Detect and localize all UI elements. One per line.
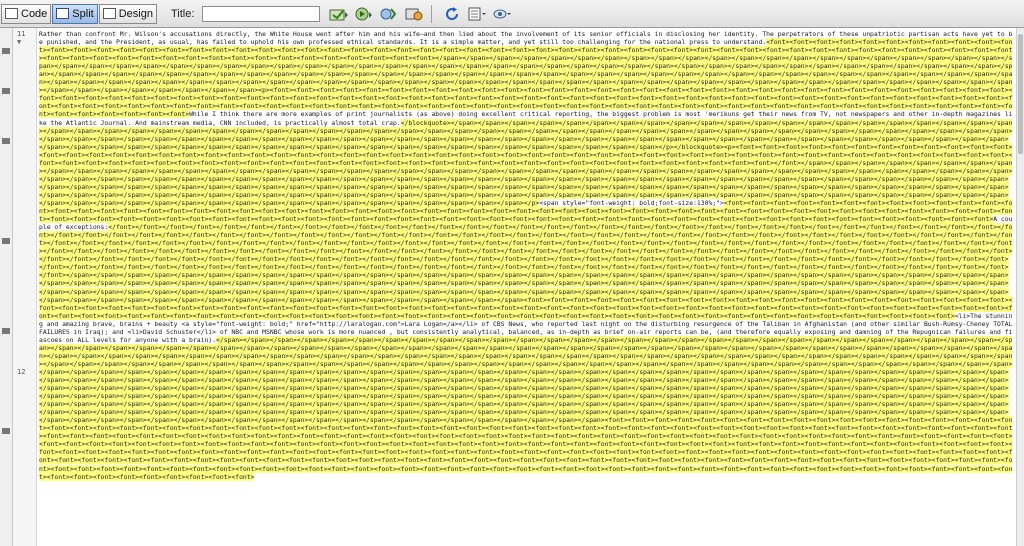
line-number: 11: [17, 30, 26, 38]
toolbar-separator: [431, 4, 433, 23]
view-options-icon[interactable]: [466, 4, 488, 24]
left-panel-strip: [0, 28, 13, 546]
title-label: Title:: [170, 7, 195, 20]
file-management-icon[interactable]: [328, 4, 350, 24]
fold-toggle-icon[interactable]: ▼: [17, 38, 21, 46]
validate-markup-icon[interactable]: [378, 4, 400, 24]
code-tag: </a></li>: [443, 319, 478, 328]
code-text: David Schuster: [142, 327, 197, 336]
vertical-scrollbar[interactable]: [1016, 28, 1024, 546]
panel-marker: [2, 138, 10, 144]
code-tag: <span style="font-weight: bold;font-size…: [539, 198, 724, 207]
split-view-button[interactable]: Split: [52, 3, 98, 24]
code-text: Lara Logan: [404, 319, 443, 328]
code-tag: <a style="font-weight: bold;" href="http…: [181, 319, 405, 328]
code-tag: <li>: [954, 311, 971, 320]
split-view-label: Split: [72, 7, 94, 20]
panel-marker: [2, 48, 10, 54]
browser-compat-icon[interactable]: [403, 4, 425, 24]
refresh-icon[interactable]: [441, 4, 463, 24]
title-input[interactable]: [202, 5, 321, 22]
code-view-label: Code: [21, 7, 48, 20]
split-view-icon: [56, 8, 70, 19]
design-view-button[interactable]: Design: [98, 3, 157, 24]
design-view-icon: [102, 8, 116, 19]
line-number-gutter: 11 ▼ 12: [13, 28, 37, 546]
code-editor[interactable]: Rather than confront Mr. Wilson's accusa…: [37, 28, 1024, 546]
panel-marker: [2, 238, 10, 244]
preview-browser-icon[interactable]: [353, 4, 375, 24]
code-highlight: </span></span></span></span></span></spa…: [39, 271, 1013, 320]
visual-aids-icon[interactable]: [491, 4, 513, 24]
code-highlight: </blockquote></span></span></span></span…: [39, 118, 1013, 207]
code-view-button[interactable]: Code: [1, 3, 52, 24]
code-highlight: <font><font><font><font><font><font><fon…: [39, 38, 1013, 119]
panel-marker: [2, 88, 10, 94]
line-number: 12: [17, 368, 26, 376]
code-tag: </li>: [196, 327, 217, 336]
panel-marker: [2, 428, 10, 434]
code-content[interactable]: Rather than confront Mr. Wilson's accusa…: [37, 28, 1015, 481]
code-tag: <li>: [127, 327, 143, 336]
document-toolbar: Code Split Design Title:: [0, 0, 1024, 28]
code-view-icon: [5, 8, 18, 19]
code-highlight: </span></span></span></span></span></spa…: [39, 335, 1013, 481]
panel-marker: [2, 328, 10, 334]
design-view-label: Design: [118, 7, 153, 20]
scrollbar-thumb[interactable]: [1018, 34, 1023, 154]
